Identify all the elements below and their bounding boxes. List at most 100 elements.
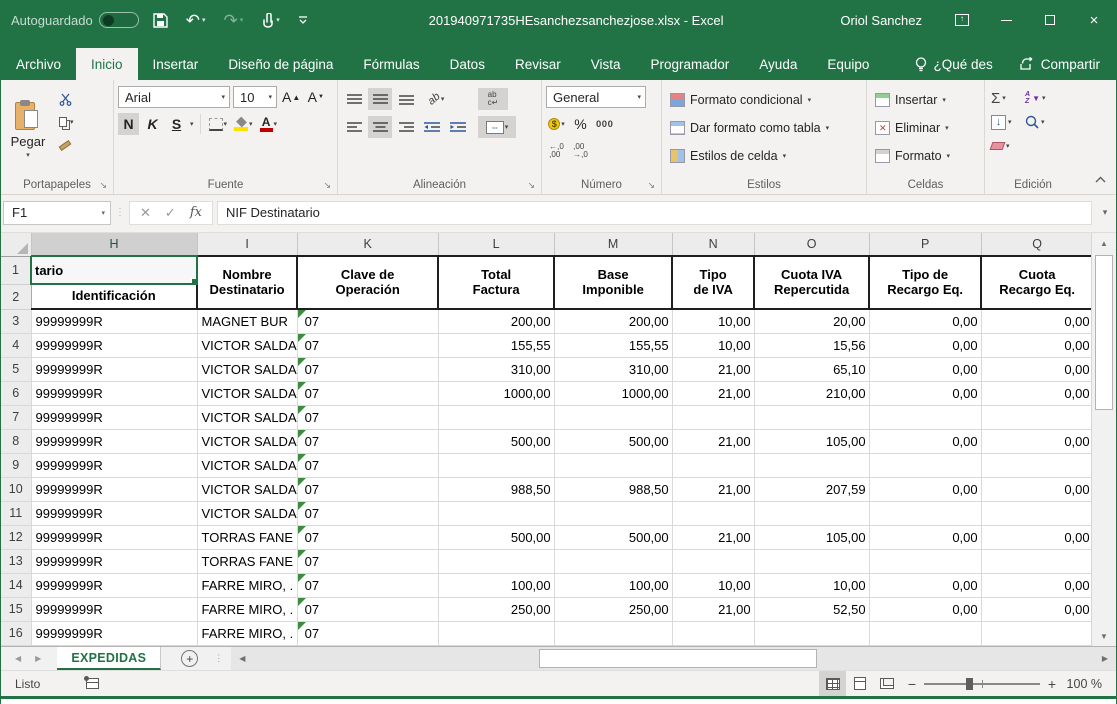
cell-L12[interactable]: 500,00 [438, 525, 554, 549]
font-name-combo[interactable]: Arial▾ [118, 86, 230, 108]
cell-I4[interactable]: VICTOR SALDA [197, 333, 297, 357]
cell-L6[interactable]: 1000,00 [438, 381, 554, 405]
cell-Q13[interactable] [981, 549, 1093, 573]
cell-O10[interactable]: 207,59 [754, 477, 869, 501]
cell-M12[interactable]: 500,00 [554, 525, 672, 549]
tab-diseno-de-pagina[interactable]: Diseño de página [213, 48, 348, 80]
cell-I7[interactable]: VICTOR SALDA [197, 405, 297, 429]
tell-me-search[interactable]: ¿Qué des [915, 57, 992, 72]
cell-L7[interactable] [438, 405, 554, 429]
cell-P12[interactable]: 0,00 [869, 525, 981, 549]
cell-N16[interactable] [672, 621, 754, 645]
cell-I9[interactable]: VICTOR SALDA [197, 453, 297, 477]
cell-N4[interactable]: 10,00 [672, 333, 754, 357]
cell-L9[interactable] [438, 453, 554, 477]
font-dialog-launcher-icon[interactable]: ↘ [323, 180, 331, 191]
column-header-Q[interactable]: Q [981, 233, 1093, 256]
row-header-3[interactable]: 3 [1, 309, 31, 333]
tab-revisar[interactable]: Revisar [500, 48, 576, 80]
cell-K8[interactable]: 07 [297, 429, 438, 453]
zoom-out-icon[interactable]: − [900, 676, 924, 692]
cell-H9[interactable]: 99999999R [31, 453, 197, 477]
cell-L3[interactable]: 200,00 [438, 309, 554, 333]
macro-record-icon[interactable] [86, 678, 99, 689]
tab-archivo[interactable]: Archivo [1, 48, 76, 80]
eliminar-button[interactable]: Eliminar▾ [871, 116, 980, 140]
cell-N12[interactable]: 21,00 [672, 525, 754, 549]
row-header-11[interactable]: 11 [1, 501, 31, 525]
cell-O5[interactable]: 65,10 [754, 357, 869, 381]
cell-K16[interactable]: 07 [297, 621, 438, 645]
cell-O1[interactable]: Cuota IVARepercutida [754, 256, 869, 309]
previous-sheet-icon[interactable]: ◀ [15, 654, 21, 663]
scroll-up-icon[interactable]: ▲ [1092, 233, 1116, 253]
cell-K9[interactable]: 07 [297, 453, 438, 477]
cell-Q16[interactable] [981, 621, 1093, 645]
column-header-O[interactable]: O [754, 233, 869, 256]
cell-I12[interactable]: TORRAS FANE [197, 525, 297, 549]
tab-inicio[interactable]: Inicio [76, 48, 138, 80]
share-button[interactable]: Compartir [1019, 57, 1100, 72]
cell-M5[interactable]: 310,00 [554, 357, 672, 381]
cell-M14[interactable]: 100,00 [554, 573, 672, 597]
column-header-H[interactable]: H [31, 233, 197, 256]
vertical-scroll-thumb[interactable] [1095, 255, 1113, 410]
cell-P3[interactable]: 0,00 [869, 309, 981, 333]
cell-P15[interactable]: 0,00 [869, 597, 981, 621]
cell-K3[interactable]: 07 [297, 309, 438, 333]
new-sheet-icon[interactable]: + [181, 650, 198, 667]
cell-K7[interactable]: 07 [297, 405, 438, 429]
increase-indent-button[interactable] [446, 116, 470, 138]
cell-O14[interactable]: 10,00 [754, 573, 869, 597]
decrease-font-size-button[interactable]: A▼ [305, 86, 326, 108]
maximize-button[interactable] [1028, 0, 1072, 40]
user-name[interactable]: Oriol Sanchez [840, 13, 922, 28]
number-format-combo[interactable]: General▾ [546, 86, 646, 108]
cell-N9[interactable] [672, 453, 754, 477]
cell-L5[interactable]: 310,00 [438, 357, 554, 381]
percent-style-button[interactable]: % [570, 113, 591, 135]
align-left-button[interactable] [342, 116, 366, 138]
row-header-12[interactable]: 12 [1, 525, 31, 549]
cell-H1[interactable]: tario [31, 256, 197, 284]
column-header-I[interactable]: I [197, 233, 297, 256]
cell-I16[interactable]: FARRE MIRO, . [197, 621, 297, 645]
tab-datos[interactable]: Datos [435, 48, 500, 80]
cell-N13[interactable] [672, 549, 754, 573]
cell-Q11[interactable] [981, 501, 1093, 525]
cell-N3[interactable]: 10,00 [672, 309, 754, 333]
cell-N11[interactable] [672, 501, 754, 525]
cell-Q9[interactable] [981, 453, 1093, 477]
customize-quick-access-icon[interactable] [294, 12, 312, 28]
scroll-down-icon[interactable]: ▼ [1092, 626, 1116, 646]
cell-P5[interactable]: 0,00 [869, 357, 981, 381]
cell-I3[interactable]: MAGNET BUR [197, 309, 297, 333]
cell-M1[interactable]: BaseImponible [554, 256, 672, 309]
horizontal-scroll-thumb[interactable] [539, 649, 816, 668]
undo-icon[interactable]: ↶▾ [182, 10, 210, 31]
tab-insertar[interactable]: Insertar [138, 48, 214, 80]
cell-H7[interactable]: 99999999R [31, 405, 197, 429]
fill-button[interactable]: ↓▾ [989, 110, 1023, 134]
column-header-M[interactable]: M [554, 233, 672, 256]
cell-Q5[interactable]: 0,00 [981, 357, 1093, 381]
cell-Q14[interactable]: 0,00 [981, 573, 1093, 597]
cell-L8[interactable]: 500,00 [438, 429, 554, 453]
cell-L13[interactable] [438, 549, 554, 573]
row-header-7[interactable]: 7 [1, 405, 31, 429]
row-header-13[interactable]: 13 [1, 549, 31, 573]
cell-H11[interactable]: 99999999R [31, 501, 197, 525]
expand-formula-bar-icon[interactable]: ▾ [1096, 207, 1114, 218]
autosave-switch-icon[interactable] [99, 12, 139, 28]
italic-button[interactable]: K [142, 113, 163, 135]
cell-K11[interactable]: 07 [297, 501, 438, 525]
cell-M13[interactable] [554, 549, 672, 573]
decrease-decimal-button[interactable]: ,00→,0 [570, 140, 591, 162]
cell-P8[interactable]: 0,00 [869, 429, 981, 453]
name-box[interactable]: F1▾ [3, 201, 111, 225]
formato-condicional-button[interactable]: Formato condicional▾ [666, 88, 862, 112]
align-right-button[interactable] [394, 116, 418, 138]
font-size-combo[interactable]: 10▾ [233, 86, 277, 108]
cell-O9[interactable] [754, 453, 869, 477]
cell-L16[interactable] [438, 621, 554, 645]
